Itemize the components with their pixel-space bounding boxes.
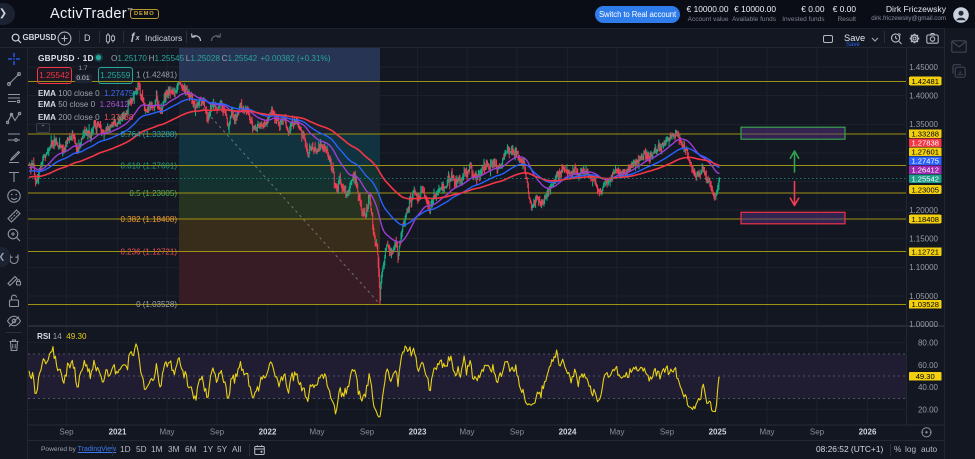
svg-text:0.5 (1.23005): 0.5 (1.23005) — [129, 189, 177, 198]
svg-text:Sep: Sep — [210, 428, 225, 437]
svg-text:20.00: 20.00 — [918, 405, 939, 414]
svg-text:1.45000: 1.45000 — [909, 63, 938, 72]
svg-text:2025: 2025 — [709, 428, 727, 437]
svg-text:Sep: Sep — [510, 428, 525, 437]
svg-text:1.33288: 1.33288 — [911, 129, 938, 138]
svg-text:May: May — [309, 428, 324, 437]
svg-text:May: May — [459, 428, 474, 437]
svg-text:1.40000: 1.40000 — [909, 92, 938, 101]
svg-text:1.23005: 1.23005 — [911, 185, 938, 194]
svg-text:80.00: 80.00 — [918, 339, 939, 348]
svg-text:2022: 2022 — [259, 428, 277, 437]
svg-text:1.12721: 1.12721 — [911, 247, 938, 256]
svg-text:Sep: Sep — [660, 428, 675, 437]
svg-text:1.42481: 1.42481 — [911, 77, 938, 86]
svg-text:0.236 (1.12721): 0.236 (1.12721) — [121, 248, 178, 257]
svg-text:1.10000: 1.10000 — [909, 263, 938, 272]
svg-text:1.00000: 1.00000 — [909, 320, 938, 329]
svg-text:60.00: 60.00 — [918, 361, 939, 370]
svg-text:2023: 2023 — [409, 428, 427, 437]
svg-text:May: May — [759, 428, 774, 437]
svg-text:1.35000: 1.35000 — [909, 120, 938, 129]
svg-text:Sep: Sep — [59, 428, 74, 437]
svg-text:1.27475: 1.27475 — [911, 157, 938, 166]
svg-text:May: May — [609, 428, 624, 437]
svg-text:1.26412: 1.26412 — [911, 166, 938, 175]
svg-text:0.618 (1.27601): 0.618 (1.27601) — [121, 161, 178, 170]
svg-text:49.30: 49.30 — [916, 372, 935, 381]
svg-text:1.27601: 1.27601 — [911, 148, 938, 157]
svg-text:1.27838: 1.27838 — [911, 139, 938, 148]
svg-text:0.382 (1.18408): 0.382 (1.18408) — [121, 215, 178, 224]
svg-text:2021: 2021 — [109, 428, 127, 437]
svg-text:1.20000: 1.20000 — [909, 206, 938, 215]
svg-text:1.03528: 1.03528 — [911, 300, 938, 309]
svg-text:2024: 2024 — [559, 428, 577, 437]
svg-text:Sep: Sep — [360, 428, 375, 437]
svg-text:2026: 2026 — [859, 428, 877, 437]
svg-text:0.764 (1.33288): 0.764 (1.33288) — [121, 130, 178, 139]
svg-text:1.25542: 1.25542 — [911, 174, 938, 183]
svg-text:0 (1.03528): 0 (1.03528) — [136, 300, 177, 309]
svg-text:1.15000: 1.15000 — [909, 235, 938, 244]
svg-text:1 (1.42481): 1 (1.42481) — [136, 71, 177, 80]
svg-text:May: May — [159, 428, 174, 437]
svg-text:40.00: 40.00 — [918, 383, 939, 392]
svg-text:1.18408: 1.18408 — [911, 215, 938, 224]
svg-text:Sep: Sep — [810, 428, 825, 437]
